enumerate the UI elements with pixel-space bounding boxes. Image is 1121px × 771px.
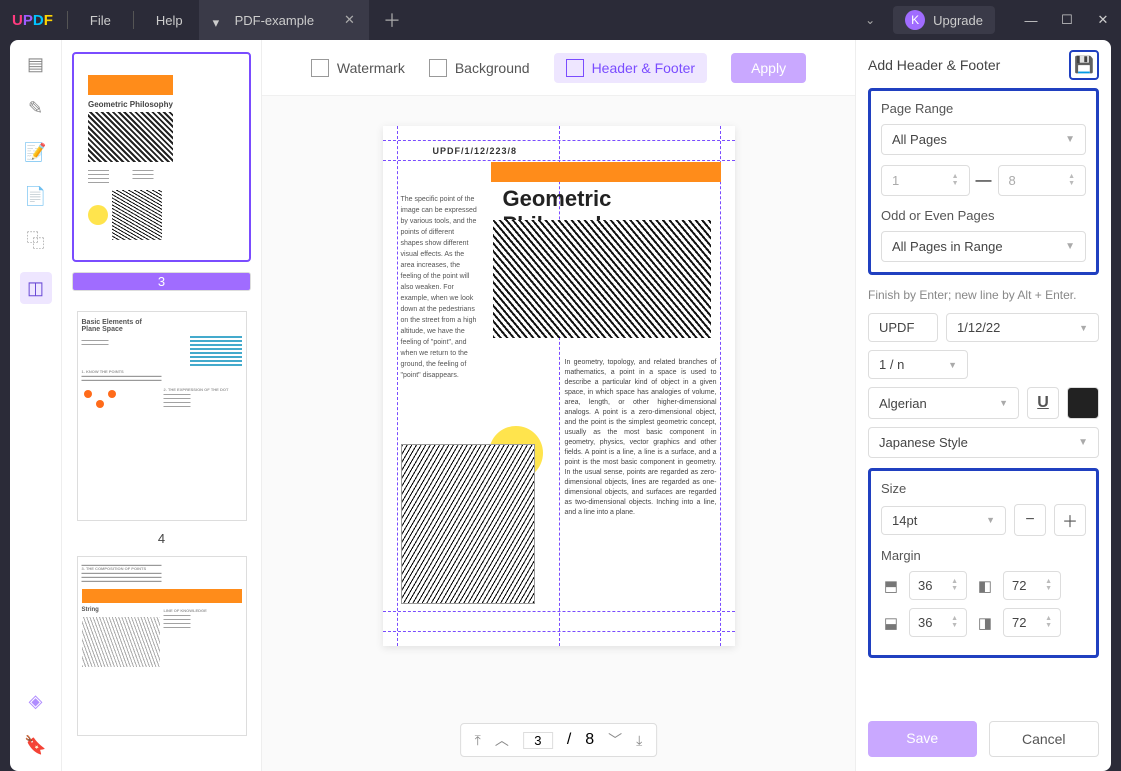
page-range-select[interactable]: All Pages▼ (881, 124, 1086, 155)
odd-even-select[interactable]: All Pages in Range▼ (881, 231, 1086, 262)
size-decrease-button[interactable]: − (1014, 504, 1046, 536)
page-navigator: ⤒ ︿ / 8 ﹀ ⤓ (460, 723, 658, 757)
comment-tool-icon[interactable]: ✎ (24, 96, 48, 120)
header-footer-preview-text: UPDF/1/12/223/8 (433, 146, 518, 156)
thumbnail-number-3: 3 (72, 272, 251, 291)
thumbnail-number-4: 4 (72, 531, 251, 546)
user-avatar: K (905, 10, 925, 30)
page-separator: / (567, 731, 571, 749)
thumbnail-page-5[interactable]: ▬▬▬▬▬▬▬▬▬▬▬▬▬▬▬▬▬▬▬▬3. THE COMPOSITION O… (77, 556, 247, 736)
margin-bottom-icon: ⬓ (881, 614, 901, 632)
chevron-down-icon: ▼ (1065, 241, 1075, 252)
margin-label: Margin (881, 548, 1086, 563)
upgrade-button[interactable]: K Upgrade (893, 6, 995, 34)
organize-tool-icon[interactable]: 📄 (24, 184, 48, 208)
size-label: Size (881, 481, 1086, 496)
margin-right-icon: ◨ (975, 614, 995, 632)
page-preview: UPDF/1/12/223/8 Geometric Philosophy The… (383, 126, 735, 646)
page-photo (401, 444, 535, 604)
range-dash: — (976, 172, 992, 190)
next-page-button[interactable]: ﹀ (608, 730, 622, 750)
window-maximize[interactable]: ☐ (1049, 12, 1085, 28)
chevron-down-icon: ▼ (1079, 323, 1088, 333)
current-page-input[interactable] (523, 732, 553, 749)
range-to-input[interactable]: 8▲▼ (998, 165, 1087, 196)
page-format-select[interactable]: 1 / n▼ (868, 350, 968, 379)
prev-page-button[interactable]: ︿ (495, 730, 509, 750)
tool-rail: ▤ ✎ 📝 📄 ⿻ ◫ ◈ 🔖 (10, 40, 62, 771)
total-pages: 8 (585, 731, 594, 749)
thumbnail-page-4[interactable]: Basic Elements ofPlane Space ▬▬▬▬▬▬▬▬▬▬▬… (77, 311, 247, 521)
cancel-button[interactable]: Cancel (989, 721, 1100, 757)
panel-title: Add Header & Footer (868, 57, 1000, 73)
layers-icon[interactable]: ◈ (24, 689, 48, 713)
font-select[interactable]: Algerian▼ (868, 387, 1019, 419)
size-margin-group: Size 14pt▼ − ＋ Margin ⬒ 36▲▼ ◧ 72▲▼ ⬓ 36… (868, 468, 1099, 658)
page-tools-icon[interactable]: ◫ (20, 272, 52, 304)
window-minimize[interactable]: — (1013, 13, 1049, 28)
margin-top-icon: ⬒ (881, 577, 901, 595)
save-button[interactable]: Save (868, 721, 977, 757)
save-template-icon[interactable]: 💾 (1069, 50, 1099, 80)
page-right-text: In geometry, topology, and related branc… (565, 358, 717, 518)
margin-left-icon: ◧ (975, 577, 995, 595)
page-tools-topbar: Watermark Background Header & Footer App… (262, 40, 855, 96)
bookmark-icon[interactable]: 🔖 (24, 733, 48, 757)
odd-even-label: Odd or Even Pages (881, 208, 1086, 223)
header-footer-button[interactable]: Header & Footer (554, 53, 708, 83)
apply-button[interactable]: Apply (731, 53, 806, 83)
page-left-text: The specific point of the image can be e… (401, 194, 479, 381)
color-button[interactable] (1067, 387, 1099, 419)
date-format-select[interactable]: 1/12/22▼ (946, 313, 1099, 342)
size-increase-button[interactable]: ＋ (1054, 504, 1086, 536)
chevron-down-icon: ▼ (1078, 437, 1088, 448)
input-hint: Finish by Enter; new line by Alt + Enter… (868, 287, 1099, 303)
range-from-input[interactable]: 1▲▼ (881, 165, 970, 196)
underline-button[interactable]: U (1027, 387, 1059, 419)
app-logo: UPDF (12, 12, 53, 29)
upgrade-label: Upgrade (933, 13, 983, 28)
margin-right-input[interactable]: 72▲▼ (1003, 608, 1061, 637)
chevron-down-icon: ▼ (948, 360, 957, 370)
window-close[interactable]: ✕ (1085, 12, 1121, 28)
text-token-select[interactable]: UPDF (868, 313, 938, 342)
main-area: ▤ ✎ 📝 📄 ⿻ ◫ ◈ 🔖 Geometric Philosophy ▬▬▬… (10, 40, 1111, 771)
first-page-button[interactable]: ⤒ (475, 732, 481, 749)
chevron-down-icon: ▼ (986, 515, 995, 525)
font-size-select[interactable]: 14pt▼ (881, 506, 1006, 535)
crop-tool-icon[interactable]: ⿻ (24, 228, 48, 252)
page-canvas[interactable]: UPDF/1/12/223/8 Geometric Philosophy The… (262, 96, 855, 771)
chevron-down-icon: ▼ (1065, 134, 1075, 145)
style-select[interactable]: Japanese Style▼ (868, 427, 1099, 458)
page-hero-image (493, 220, 711, 338)
margin-left-input[interactable]: 72▲▼ (1003, 571, 1061, 600)
header-footer-panel: Add Header & Footer 💾 Page Range All Pag… (855, 40, 1111, 771)
menu-help[interactable]: Help (148, 13, 191, 28)
thumbnail-panel: Geometric Philosophy ▬▬▬▬▬▬▬▬▬▬▬▬▬▬▬▬▬▬▬… (62, 40, 262, 771)
background-icon (429, 59, 447, 77)
menu-file[interactable]: File (82, 13, 119, 28)
document-tab[interactable]: ▾ PDF-example ✕ (199, 0, 369, 40)
tab-title: PDF-example (235, 13, 314, 28)
thumbnail-page-3[interactable]: Geometric Philosophy ▬▬▬▬▬▬▬▬▬▬▬▬▬▬▬▬▬▬▬… (72, 52, 251, 262)
new-tab-button[interactable]: ＋ (383, 7, 401, 33)
page-range-label: Page Range (881, 101, 1086, 116)
margin-top-input[interactable]: 36▲▼ (909, 571, 967, 600)
tab-dropdown-icon[interactable]: ▾ (213, 15, 223, 25)
page-range-group: Page Range All Pages▼ 1▲▼ — 8▲▼ Odd or E… (868, 88, 1099, 275)
watermark-button[interactable]: Watermark (311, 59, 405, 77)
edit-tool-icon[interactable]: 📝 (24, 140, 48, 164)
tabs-overflow-icon[interactable]: ⌄ (865, 13, 875, 27)
margin-bottom-input[interactable]: 36▲▼ (909, 608, 967, 637)
titlebar: UPDF File Help ▾ PDF-example ✕ ＋ ⌄ K Upg… (0, 0, 1121, 40)
header-footer-icon (566, 59, 584, 77)
chevron-down-icon: ▼ (999, 398, 1008, 408)
last-page-button[interactable]: ⤓ (636, 732, 642, 749)
reader-tool-icon[interactable]: ▤ (24, 52, 48, 76)
canvas-area: Watermark Background Header & Footer App… (262, 40, 855, 771)
watermark-icon (311, 59, 329, 77)
background-button[interactable]: Background (429, 59, 530, 77)
close-icon[interactable]: ✕ (344, 12, 355, 28)
